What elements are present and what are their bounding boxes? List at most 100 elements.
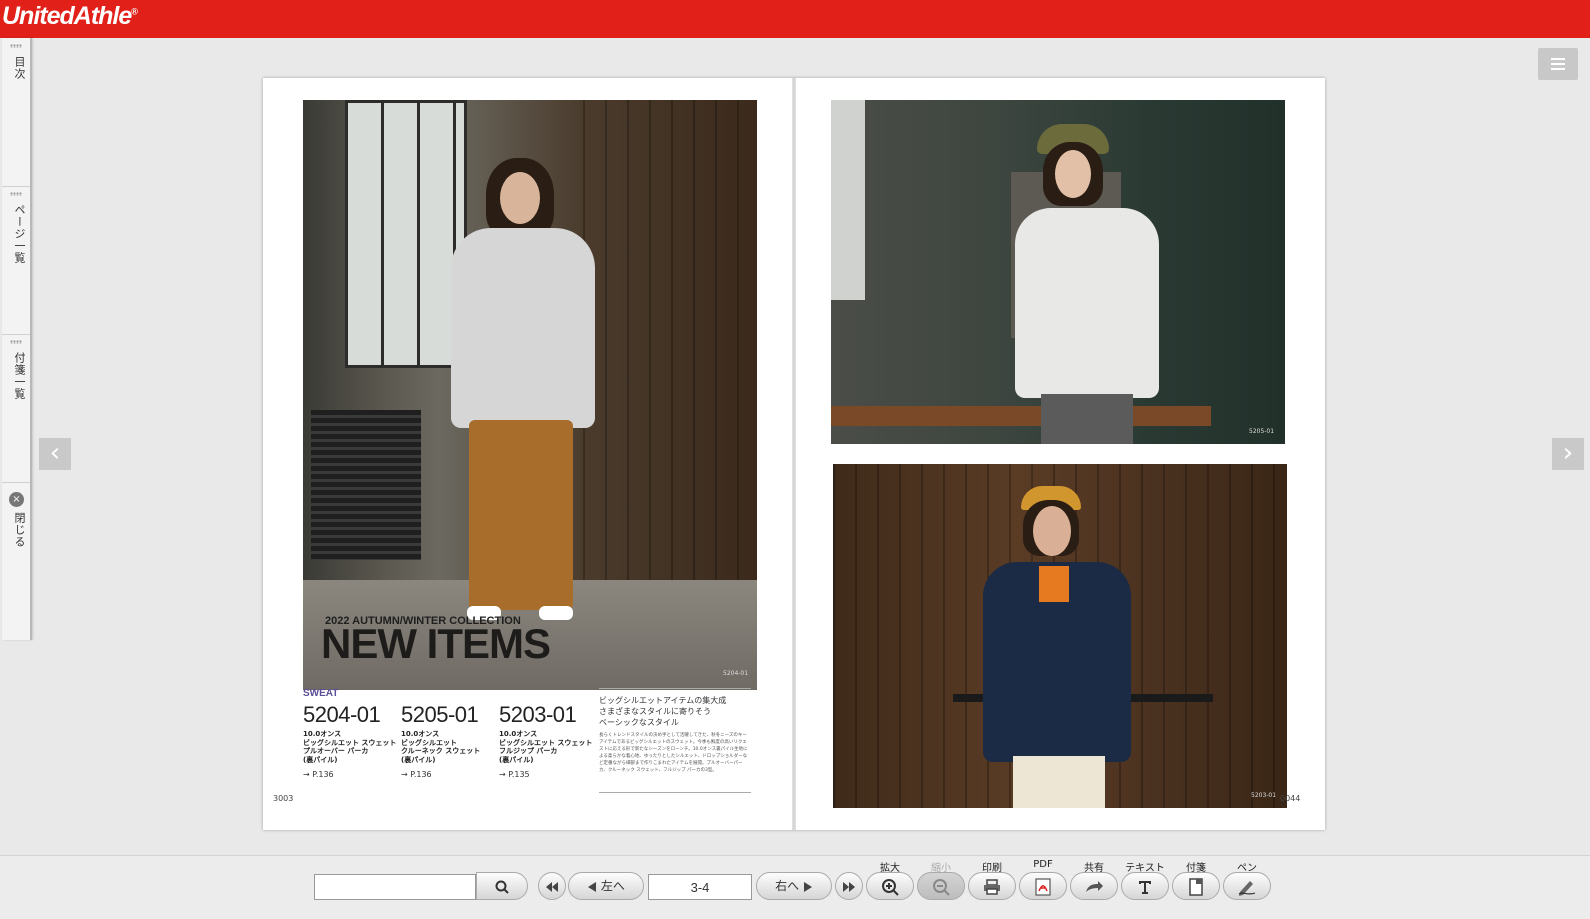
product-line: ビッグシルエット スウェット	[303, 738, 397, 747]
search-button[interactable]	[476, 872, 528, 900]
zoom-in-button[interactable]	[866, 872, 914, 900]
search-input[interactable]	[314, 874, 476, 900]
hamburger-icon	[1551, 63, 1565, 65]
search-icon	[495, 880, 509, 894]
right-top-photo: 5205-01	[831, 100, 1285, 444]
product-weight: 10.0オンス	[499, 730, 538, 738]
fast-forward-icon	[843, 881, 855, 892]
page-number-right: 0044	[1280, 794, 1301, 803]
product-line: ビッグシルエット スウェット	[499, 738, 593, 747]
chevron-right-icon: ›	[1562, 438, 1574, 468]
print-button[interactable]	[968, 872, 1016, 900]
radiator	[311, 410, 421, 560]
rewind-icon	[546, 881, 558, 892]
photo-code: 5203-01	[1251, 792, 1277, 799]
product-number: 5205-01	[401, 702, 479, 727]
hamburger-icon	[1551, 68, 1565, 70]
triangle-right-icon	[803, 881, 812, 892]
collection-title: NEW ITEMS	[321, 620, 551, 667]
side-panel: 目次 ページ一覧 付箋一覧 × 閉じる	[2, 38, 32, 640]
text-icon	[1139, 880, 1151, 894]
product-line: ビッグシルエット	[401, 738, 457, 747]
left-button-label: 左へ	[600, 879, 625, 893]
category-label: SWEAT	[303, 688, 339, 699]
wood-wall	[583, 100, 757, 610]
page-reference: → P.135	[499, 770, 530, 779]
description-block: ビッグシルエットアイテムの集大成 さまざまなスタイルに寄りそう ベーシックなスタ…	[599, 688, 751, 793]
grip-handle-icon	[10, 192, 22, 196]
chevron-left-icon: ‹	[49, 438, 61, 468]
body-text: 長らくトレンドスタイルの決め手として活躍してきた、秋冬ニーズのキーアイテムである…	[599, 733, 748, 773]
product-line: クルーネック スウェット	[401, 747, 481, 755]
pdf-icon	[1035, 877, 1051, 896]
brand-logo[interactable]: UnitedAthle®	[2, 2, 138, 31]
model-figure	[983, 486, 1133, 808]
product-line: (裏パイル)	[303, 755, 338, 764]
side-tab-contents[interactable]: 目次	[2, 38, 30, 187]
book-spine	[792, 78, 796, 830]
photo-code: 5204-01	[723, 670, 749, 677]
product-weight: 10.0オンス	[303, 730, 342, 738]
grip-handle-icon	[10, 340, 22, 344]
product-5203[interactable]: 5203-01 10.0オンス ビッグシルエット スウェット フルジップ パーカ…	[499, 702, 595, 779]
hamburger-icon	[1551, 58, 1565, 60]
book-spread[interactable]: 2022 AUTUMN/WINTER COLLECTION NEW ITEMS …	[263, 78, 1325, 830]
close-icon: ×	[9, 492, 24, 507]
side-tab-sticky-list[interactable]: 付箋一覧	[2, 334, 30, 483]
text-button[interactable]	[1121, 872, 1169, 900]
side-tab-label: 付箋一覧	[13, 352, 26, 400]
side-tab-page-list[interactable]: ページ一覧	[2, 186, 30, 335]
left-page-button[interactable]: 左へ	[568, 872, 644, 900]
sticky-note-icon	[1189, 877, 1203, 896]
page-number-input[interactable]	[648, 874, 752, 900]
page-number-left: 3003	[273, 794, 294, 803]
left-page-photo: 2022 AUTUMN/WINTER COLLECTION NEW ITEMS …	[303, 100, 757, 690]
model-figure	[443, 158, 603, 628]
side-tab-label: ページ一覧	[13, 204, 26, 264]
lead-line: ビッグシルエットアイテムの集大成	[599, 696, 727, 705]
first-page-button[interactable]	[538, 872, 566, 900]
grip-handle-icon	[10, 44, 22, 48]
lead-line: さまざまなスタイルに寄りそう	[599, 707, 711, 716]
model-figure	[1011, 124, 1161, 444]
product-5204[interactable]: 5204-01 10.0オンス ビッグシルエット スウェット プルオーバー パー…	[303, 702, 399, 779]
share-icon	[1086, 880, 1103, 892]
zoom-out-button[interactable]	[917, 872, 965, 900]
share-button[interactable]	[1070, 872, 1118, 900]
next-page-button[interactable]: ›	[1552, 438, 1584, 470]
top-bar: UnitedAthle®	[0, 0, 1590, 38]
zoom-out-icon	[933, 878, 950, 896]
sticky-note-button[interactable]	[1172, 872, 1220, 900]
page-reference: → P.136	[303, 770, 334, 779]
product-description: 10.0オンス ビッグシルエット スウェット プルオーバー パーカ (裏パイル)	[303, 730, 399, 764]
logo-text: UnitedAthle	[2, 2, 132, 30]
zoom-in-icon	[882, 878, 899, 896]
product-description: 10.0オンス ビッグシルエット スウェット フルジップ パーカ (裏パイル)	[499, 730, 595, 764]
lead-line: ベーシックなスタイル	[599, 718, 679, 727]
right-button-label: 右へ	[775, 879, 800, 893]
product-number: 5204-01	[303, 702, 381, 727]
printer-icon	[984, 878, 1000, 895]
product-weight: 10.0オンス	[401, 730, 440, 738]
side-tab-label: 閉じる	[13, 512, 26, 548]
triangle-left-icon	[588, 881, 597, 892]
product-description: 10.0オンス ビッグシルエット クルーネック スウェット (裏パイル)	[401, 730, 497, 764]
window	[831, 100, 865, 300]
product-5205[interactable]: 5205-01 10.0オンス ビッグシルエット クルーネック スウェット (裏…	[401, 702, 497, 779]
menu-button[interactable]	[1538, 48, 1578, 80]
side-tab-close[interactable]: × 閉じる	[2, 482, 30, 640]
prev-page-button[interactable]: ‹	[39, 438, 71, 470]
photo-code: 5205-01	[1249, 428, 1275, 435]
last-page-button[interactable]	[835, 872, 863, 900]
registered-mark: ®	[131, 6, 138, 17]
side-tab-label: 目次	[13, 56, 26, 80]
product-line: (裏パイル)	[401, 755, 436, 764]
right-page-button[interactable]: 右へ	[756, 872, 832, 900]
pdf-button[interactable]	[1019, 872, 1067, 900]
product-number: 5203-01	[499, 702, 577, 727]
page-reference: → P.136	[401, 770, 432, 779]
product-line: プルオーバー パーカ	[303, 747, 369, 755]
product-line: フルジップ パーカ	[499, 747, 558, 755]
product-line: (裏パイル)	[499, 755, 534, 764]
pen-button[interactable]	[1223, 872, 1271, 900]
